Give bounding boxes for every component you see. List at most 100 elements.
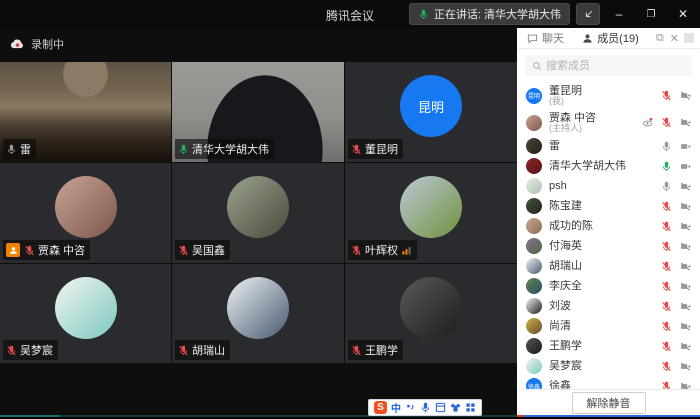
member-row[interactable]: 吴梦宸 — [517, 356, 700, 376]
member-text: 胡瑞山 — [549, 260, 661, 272]
mic-speaking-icon — [661, 161, 672, 172]
member-name: 李庆全 — [549, 280, 661, 292]
member-row[interactable]: 付海英 — [517, 236, 700, 256]
speaking-indicator: 正在讲话: 清华大学胡大伟 — [409, 3, 570, 25]
member-text: 李庆全 — [549, 280, 661, 292]
skin-icon[interactable] — [450, 402, 461, 413]
popout-panel-icon[interactable]: ⧉ — [653, 32, 667, 45]
ime-toolbar[interactable]: S 中 — [368, 399, 482, 416]
member-text: 成功的陈 — [549, 220, 661, 232]
clipboard-panel-icon[interactable] — [435, 402, 446, 413]
member-text: 王鹏学 — [549, 340, 661, 352]
video-tile[interactable]: 雷 — [0, 62, 171, 162]
member-name: 清华大学胡大伟 — [549, 160, 661, 172]
member-row[interactable]: 李庆全 — [517, 276, 700, 296]
recording-label: 录制中 — [31, 36, 64, 52]
tab-members-label: 成员(19) — [597, 30, 639, 46]
sogou-logo-icon[interactable]: S — [374, 401, 387, 414]
member-name: 成功的陈 — [549, 220, 661, 232]
avatar — [55, 277, 117, 339]
mic-muted-icon — [661, 381, 672, 390]
member-status-icons — [661, 181, 691, 192]
tab-chat[interactable]: 聊天 — [523, 28, 568, 48]
avatar — [526, 138, 542, 154]
member-row[interactable]: 清华大学胡大伟 — [517, 156, 700, 176]
mic-on-icon — [661, 141, 672, 152]
titlebar-right-controls: 正在讲话: 清华大学胡大伟 – ❐ ✕ — [409, 3, 696, 25]
maximize-button[interactable]: ❐ — [638, 3, 664, 25]
participant-name-tag: 王鹏学 — [348, 340, 403, 360]
member-status-icons — [661, 261, 691, 272]
mic-speaking-icon — [178, 144, 189, 155]
close-button[interactable]: ✕ — [670, 3, 696, 25]
toolbox-icon[interactable] — [465, 402, 476, 413]
participant-name: 清华大学胡大伟 — [192, 141, 269, 157]
camera-on-icon — [680, 141, 691, 152]
punctuation-icon[interactable] — [405, 402, 416, 413]
member-row[interactable]: 尚清 — [517, 316, 700, 336]
participant-name: 叶辉权 — [365, 242, 398, 258]
minimize-button[interactable]: – — [606, 3, 632, 25]
member-row[interactable]: 刘波 — [517, 296, 700, 316]
avatar — [526, 278, 542, 294]
member-name: 贾森 中咨 — [549, 112, 642, 124]
close-panel-icon[interactable]: ✕ — [667, 32, 682, 45]
mic-muted-icon — [661, 281, 672, 292]
member-row[interactable]: 昆明 董昆明(我) — [517, 82, 700, 109]
avatar: 徐鑫 — [526, 378, 542, 389]
video-tile[interactable]: 胡瑞山 — [172, 264, 344, 363]
participant-name: 吴梦宸 — [20, 342, 53, 358]
mic-muted-icon — [661, 361, 672, 372]
video-tile[interactable]: 贾森 中咨 — [0, 163, 171, 263]
unmute-button[interactable]: 解除静音 — [572, 392, 646, 414]
video-tile[interactable]: 王鹏学 — [345, 264, 517, 363]
panel-tabs: 聊天 成员(19) ⧉ ✕ — [517, 28, 700, 49]
video-zone: 录制中 雷 清华大学胡大伟 昆明 董昆明 贾森 中咨 吴国鑫 叶辉权 吴梦宸 胡瑞… — [0, 28, 517, 417]
member-name: 刘波 — [549, 300, 661, 312]
chinese-mode-icon[interactable]: 中 — [391, 400, 401, 415]
chat-bubble-icon — [527, 33, 538, 44]
avatar — [526, 338, 542, 354]
member-row[interactable]: 王鹏学 — [517, 336, 700, 356]
video-tile[interactable]: 清华大学胡大伟 — [172, 62, 344, 162]
search-members-input[interactable] — [546, 60, 666, 72]
avatar — [526, 218, 542, 234]
participant-name: 王鹏学 — [365, 342, 398, 358]
member-status-icons — [661, 161, 691, 172]
member-row[interactable]: 雷 — [517, 136, 700, 156]
member-status-icons — [661, 281, 691, 292]
member-row[interactable]: 贾森 中咨(主持人) — [517, 109, 700, 136]
collapse-to-float-button[interactable] — [576, 3, 600, 25]
participant-name-tag: 胡瑞山 — [175, 340, 230, 360]
member-name: 陈宝建 — [549, 200, 661, 212]
mic-on-icon — [6, 144, 17, 155]
participant-name: 贾森 中咨 — [38, 242, 85, 258]
video-tile[interactable]: 吴国鑫 — [172, 163, 344, 263]
member-status-icons — [661, 301, 691, 312]
video-tile[interactable]: 昆明 董昆明 — [345, 62, 517, 162]
member-status-icons — [661, 90, 691, 101]
camera-off-icon — [680, 261, 691, 272]
member-row[interactable]: 陈宝建 — [517, 196, 700, 216]
member-status-icons — [661, 321, 691, 332]
mic-muted-icon — [178, 345, 189, 356]
video-tile[interactable]: 叶辉权 — [345, 163, 517, 263]
mic-muted-icon — [351, 245, 362, 256]
cloud-recording-icon — [10, 38, 25, 50]
voice-input-icon[interactable] — [420, 402, 431, 413]
member-status-icons — [661, 381, 691, 390]
member-row[interactable]: 徐鑫 徐鑫 — [517, 376, 700, 389]
members-icon — [582, 33, 593, 44]
tab-members[interactable]: 成员(19) — [578, 28, 643, 48]
camera-off-icon — [680, 341, 691, 352]
member-name: 王鹏学 — [549, 340, 661, 352]
video-tile[interactable]: 吴梦宸 — [0, 264, 171, 363]
mic-muted-icon — [661, 201, 672, 212]
member-row[interactable]: 成功的陈 — [517, 216, 700, 236]
member-search[interactable] — [525, 55, 692, 76]
member-row[interactable]: 胡瑞山 — [517, 256, 700, 276]
participant-name: 董昆明 — [365, 141, 398, 157]
members-panel: 聊天 成员(19) ⧉ ✕ 昆明 董昆明(我) 贾森 中咨(主持人) — [517, 28, 700, 417]
mic-muted-icon — [24, 245, 35, 256]
member-row[interactable]: psh — [517, 176, 700, 196]
